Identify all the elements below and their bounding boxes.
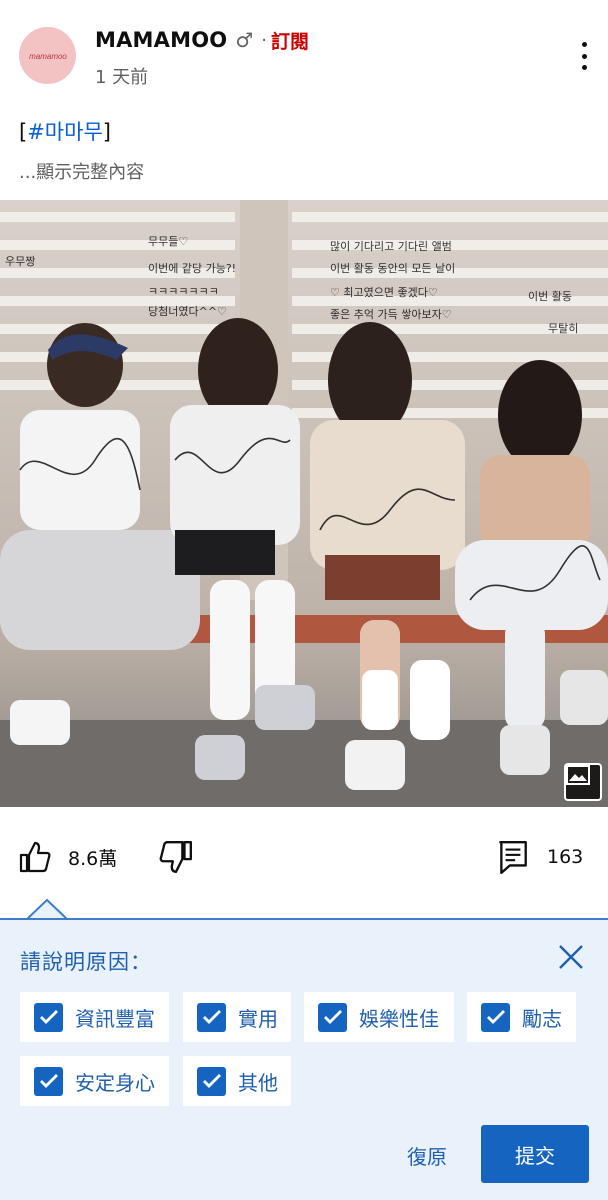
channel-row: MAMAMOO ♂ · 訂閱	[95, 26, 309, 54]
submit-button[interactable]: 提交	[481, 1125, 589, 1183]
post-text: [#마마무]	[19, 116, 111, 146]
music-note-icon: ♂	[235, 28, 254, 52]
chip-label: 娛樂性佳	[359, 1006, 439, 1031]
svg-text:이번에 같당 가능?!: 이번에 같당 가능?!	[148, 262, 236, 275]
svg-text:ㅋㅋㅋㅋㅋㅋㅋ: ㅋㅋㅋㅋㅋㅋㅋ	[148, 285, 219, 298]
post-header: mamamoo MAMAMOO ♂ · 訂閱 1 天前	[0, 0, 608, 100]
checkbox-checked-icon[interactable]	[34, 1002, 63, 1032]
reason-chip-useful[interactable]: 實用	[183, 992, 291, 1042]
svg-text:♡ 최고였으면 좋겠다♡: ♡ 최고였으면 좋겠다♡	[330, 286, 438, 299]
channel-avatar[interactable]: mamamoo	[19, 27, 76, 84]
comment-count: 163	[547, 846, 584, 868]
more-options-icon[interactable]	[574, 38, 594, 74]
like-count: 8.6萬	[68, 847, 118, 870]
thumbs-down-icon	[159, 841, 192, 873]
comment-icon	[499, 841, 527, 875]
reset-button[interactable]: 復原	[392, 1130, 462, 1180]
svg-text:많이 기다리고 기다린 앨범: 많이 기다리고 기다린 앨범	[330, 240, 452, 253]
feedback-title: 請說明原因：	[20, 950, 152, 974]
checkbox-checked-icon[interactable]	[197, 1002, 226, 1032]
svg-text:mamamoo: mamamoo	[29, 52, 67, 61]
image-gallery-icon[interactable]	[564, 763, 602, 801]
separator-dot: ·	[261, 29, 267, 51]
checkbox-checked-icon[interactable]	[481, 1002, 510, 1032]
subscribe-button[interactable]: 訂閱	[271, 27, 309, 54]
chip-label: 勵志	[522, 1006, 562, 1031]
reason-chip-inspiring[interactable]: 勵志	[467, 992, 576, 1042]
mamamoo-logo-icon: mamamoo	[29, 52, 67, 61]
bracket-open: [	[19, 120, 28, 144]
dislike-button[interactable]	[158, 835, 194, 879]
reason-chip-informative[interactable]: 資訊豐富	[20, 992, 169, 1042]
comment-button[interactable]: 163	[497, 835, 583, 879]
checkbox-checked-icon[interactable]	[318, 1002, 347, 1032]
svg-text:당첨너였다^^♡: 당첨너였다^^♡	[148, 305, 227, 318]
reason-chip-entertaining[interactable]: 娛樂性佳	[304, 992, 454, 1042]
photo-illustration: 우무짱 무무들♡ 이번에 같당 가능?! ㅋㅋㅋㅋㅋㅋㅋ 당첨너였다^^♡ 많이…	[0, 200, 608, 807]
like-button[interactable]: 8.6萬	[18, 835, 117, 879]
svg-text:우무짱: 우무짱	[5, 255, 35, 268]
reason-chip-other[interactable]: 其他	[183, 1056, 291, 1106]
chip-label: 其他	[238, 1070, 278, 1095]
svg-text:좋은 추억 가득 쌓아보자♡: 좋은 추억 가득 쌓아보자♡	[330, 308, 452, 321]
svg-text:무무들♡: 무무들♡	[148, 235, 188, 248]
svg-text:이번 활동 동안의 모든 날이: 이번 활동 동안의 모든 날이	[330, 261, 455, 275]
checkbox-checked-icon[interactable]	[197, 1066, 226, 1096]
action-bar: 8.6萬 163	[0, 835, 608, 879]
thumbs-up-icon	[19, 841, 51, 873]
post-timestamp: 1 天前	[95, 67, 149, 88]
panel-notch	[27, 898, 67, 920]
close-icon[interactable]	[556, 942, 586, 972]
chip-label: 資訊豐富	[75, 1006, 155, 1031]
post-image[interactable]: 우무짱 무무들♡ 이번에 같당 가능?! ㅋㅋㅋㅋㅋㅋㅋ 당첨너였다^^♡ 많이…	[0, 200, 608, 807]
checkbox-checked-icon[interactable]	[34, 1066, 63, 1096]
hashtag-link[interactable]: #마마무	[27, 120, 103, 144]
reason-chip-calming[interactable]: 安定身心	[20, 1056, 169, 1106]
feedback-panel: 請說明原因： 資訊豐富 實用 娛樂性佳 勵志 安定身心 其他 復原 提交	[0, 918, 608, 1200]
svg-text:무탈히: 무탈히	[548, 321, 578, 335]
chip-label: 實用	[238, 1006, 278, 1031]
chip-label: 安定身心	[75, 1070, 155, 1095]
channel-name[interactable]: MAMAMOO	[95, 28, 227, 52]
svg-text:이번 활동: 이번 활동	[528, 289, 572, 303]
show-more-link[interactable]: ...顯示完整內容	[19, 158, 144, 184]
bracket-close: ]	[102, 120, 111, 144]
